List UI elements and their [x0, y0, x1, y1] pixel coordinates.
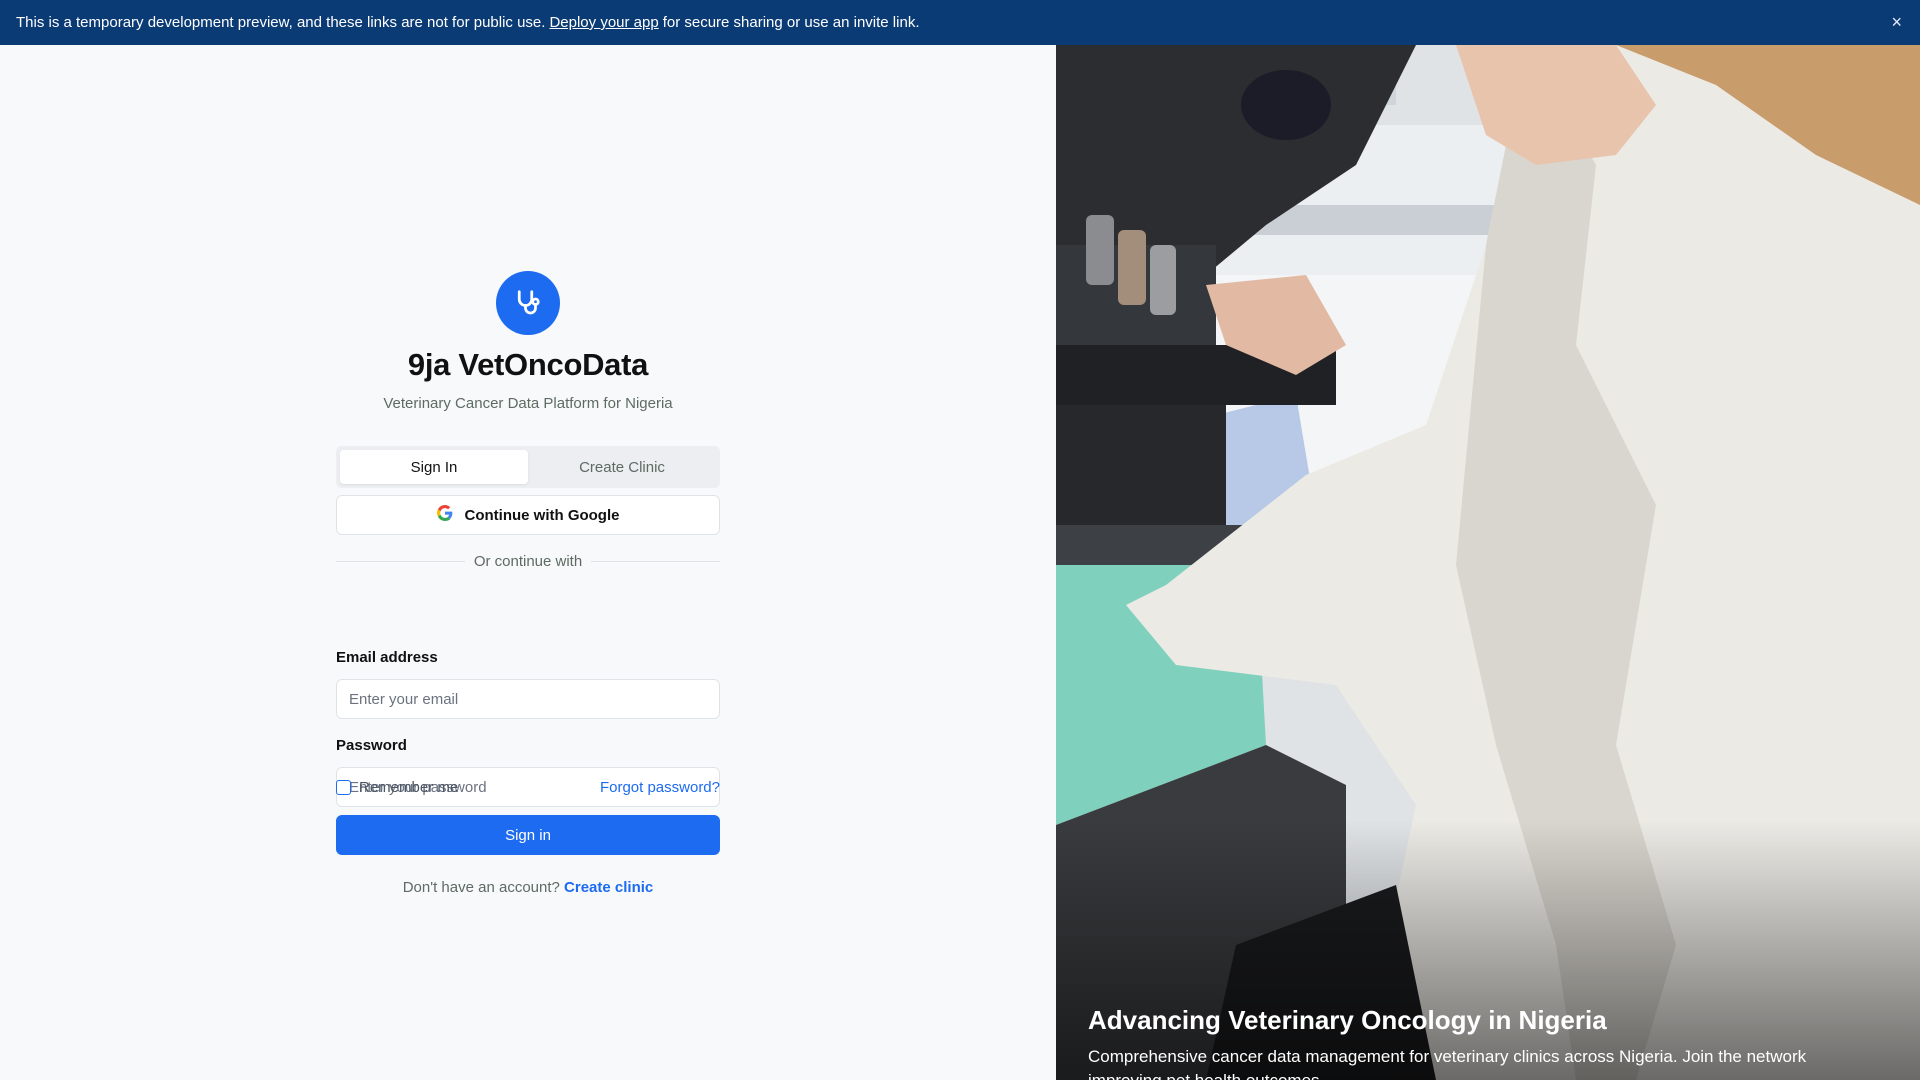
create-clinic-link[interactable]: Create clinic [564, 879, 653, 896]
google-icon [436, 505, 453, 525]
banner-text: This is a temporary development preview,… [16, 14, 546, 31]
stethoscope-icon [496, 271, 560, 335]
sign-in-button[interactable]: Sign in [336, 815, 720, 855]
dev-preview-banner: This is a temporary development preview,… [0, 0, 1920, 45]
remember-me[interactable]: Remember me [336, 779, 458, 796]
google-sign-in-button[interactable]: Continue with Google [336, 495, 720, 535]
tab-create-clinic[interactable]: Create Clinic [528, 450, 716, 484]
hero-description: Comprehensive cancer data management for… [1088, 1047, 1807, 1080]
auth-panel: 9ja VetOncoData Veterinary Cancer Data P… [0, 45, 1056, 1080]
google-button-label: Continue with Google [464, 506, 620, 524]
remember-me-checkbox[interactable] [336, 780, 351, 795]
close-icon[interactable]: × [1891, 10, 1902, 34]
email-label: Email address [336, 649, 438, 666]
divider-line-right [591, 560, 721, 562]
tab-sign-in[interactable]: Sign In [340, 450, 528, 484]
app-title: 9ja VetOncoData [407, 347, 649, 382]
deploy-app-link[interactable]: Deploy your app [549, 14, 658, 31]
forgot-password-link[interactable]: Forgot password? [600, 779, 720, 796]
hero-image-panel: Advancing Veterinary Oncology in Nigeria… [1056, 45, 1920, 1080]
password-label: Password [336, 737, 407, 754]
hero-gradient-overlay [1056, 820, 1920, 1080]
email-field[interactable] [336, 679, 720, 719]
account-prompt: Don't have an account? Create clinic [336, 879, 720, 896]
account-prompt-text: Don't have an account? [402, 879, 560, 896]
app-tagline: Veterinary Cancer Data Platform for Nige… [383, 395, 673, 412]
hero-title: Advancing Veterinary Oncology in Nigeria [1088, 1005, 1607, 1035]
banner-text-after: for secure sharing or use an invite link… [662, 14, 920, 31]
divider-text: Or continue with [473, 552, 583, 570]
divider: Or continue with [336, 551, 721, 571]
auth-tabs: Sign In Create Clinic [336, 446, 720, 488]
remember-me-label: Remember me [359, 779, 459, 796]
divider-line-left [336, 560, 465, 562]
